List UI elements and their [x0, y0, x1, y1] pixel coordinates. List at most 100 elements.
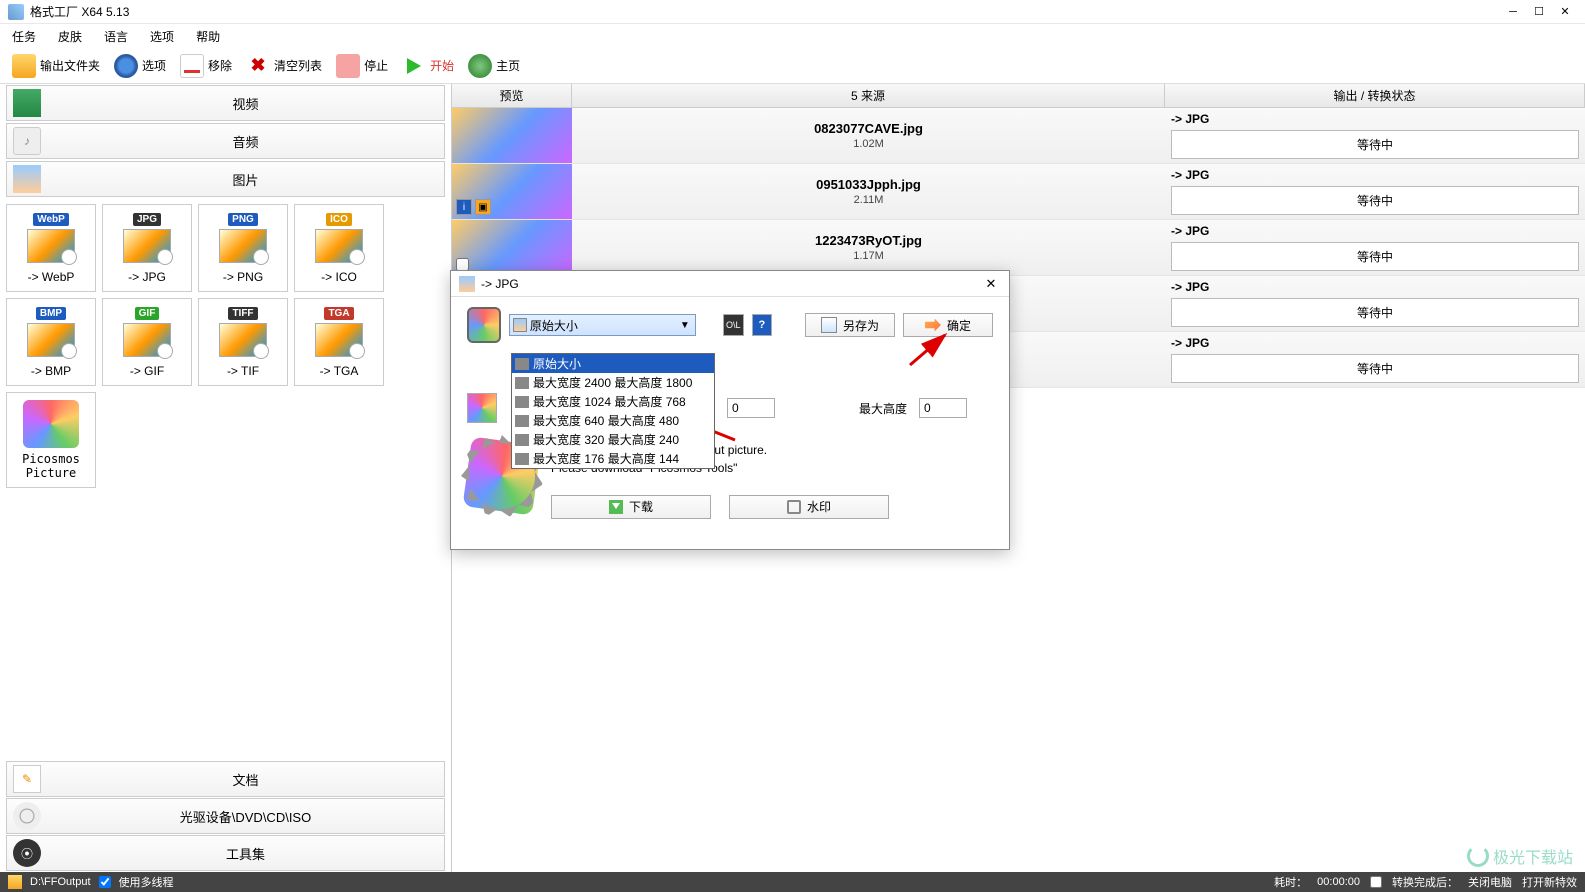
watermark-button[interactable]: 水印	[729, 495, 889, 519]
size-option[interactable]: 原始大小	[512, 354, 714, 373]
row-source: 1223473RyOT.jpg 1.17M	[572, 220, 1165, 275]
tools-icon: ⦿	[13, 839, 41, 867]
format-tile-gif[interactable]: GIF-> GIF	[102, 298, 192, 386]
header-preview: 预览	[452, 84, 572, 107]
stop-button[interactable]: 停止	[332, 52, 392, 80]
size-option[interactable]: 最大宽度 640 最大高度 480	[512, 411, 714, 430]
format-badge: PNG	[228, 213, 258, 226]
format-tile-jpg[interactable]: JPG-> JPG	[102, 204, 192, 292]
size-combo[interactable]: 原始大小 ▼	[509, 314, 696, 336]
clear-button[interactable]: ✖清空列表	[242, 52, 326, 80]
output-folder-button[interactable]: 输出文件夹	[8, 52, 104, 80]
bottom-categories: ✎文档 光驱设备\DVD\CD\ISO ⦿工具集	[0, 760, 451, 872]
after-value: 关闭电脑	[1468, 874, 1512, 890]
row-output: -> JPG 等待中	[1165, 220, 1585, 275]
size-option[interactable]: 最大宽度 176 最大高度 144	[512, 449, 714, 468]
minimize-button[interactable]: ─	[1501, 2, 1525, 22]
multithread-label: 使用多线程	[119, 874, 174, 890]
image-icon	[13, 165, 41, 193]
header-output: 输出 / 转换状态	[1165, 84, 1585, 107]
options-button[interactable]: 选项	[110, 52, 170, 80]
format-tile-tiff[interactable]: TIFF-> TIF	[198, 298, 288, 386]
home-button[interactable]: 主页	[464, 52, 524, 80]
dialog-top-row: 原始大小 ▼ O\L ? 另存为 确定	[467, 307, 993, 343]
task-row[interactable]: 0823077CAVE.jpg 1.02M -> JPG 等待中	[452, 108, 1585, 164]
format-tile-bmp[interactable]: BMP -> BMP	[6, 298, 96, 386]
elapsed-value: 00:00:00	[1317, 876, 1360, 888]
format-badge: TGA	[324, 307, 353, 320]
category-document[interactable]: ✎文档	[6, 761, 445, 797]
menu-lang[interactable]: 语言	[100, 26, 132, 47]
category-audio[interactable]: ♪音频	[6, 123, 445, 159]
folder-icon	[12, 54, 36, 78]
category-disc[interactable]: 光驱设备\DVD\CD\ISO	[6, 798, 445, 834]
format-tile-tga[interactable]: TGA -> TGA	[294, 298, 384, 386]
menu-options[interactable]: 选项	[146, 26, 178, 47]
stop-icon	[336, 54, 360, 78]
format-badge: BMP	[36, 307, 66, 320]
format-thumb	[123, 323, 171, 357]
format-tile-webp[interactable]: WebP-> WebP	[6, 204, 96, 292]
multithread-checkbox[interactable]	[99, 876, 111, 888]
save-icon	[821, 317, 837, 333]
menu-tasks[interactable]: 任务	[8, 26, 40, 47]
combo-icon	[513, 318, 527, 332]
format-badge: ICO	[326, 213, 352, 226]
size-option[interactable]: 最大宽度 2400 最大高度 1800	[512, 373, 714, 392]
max-width-input[interactable]	[727, 398, 775, 418]
row-output: -> JPG 等待中	[1165, 276, 1585, 331]
size-option[interactable]: 最大宽度 320 最大高度 240	[512, 430, 714, 449]
category-video[interactable]: 视频	[6, 85, 445, 121]
watermark-icon	[787, 500, 801, 514]
help-button[interactable]: ?	[752, 314, 773, 336]
category-image[interactable]: 图片	[6, 161, 445, 197]
category-tools[interactable]: ⦿工具集	[6, 835, 445, 871]
menu-skin[interactable]: 皮肤	[54, 26, 86, 47]
task-row[interactable]: i▣ 0951033Jpph.jpg 2.11M -> JPG 等待中	[452, 164, 1585, 220]
advanced-button[interactable]: O\L	[723, 314, 744, 336]
option-icon	[515, 415, 529, 427]
toolbar: 输出文件夹 选项 移除 ✖清空列表 停止 开始 主页	[0, 48, 1585, 84]
format-thumb	[123, 229, 171, 263]
open-folder-icon[interactable]: ▣	[475, 199, 491, 215]
row-source: 0823077CAVE.jpg 1.02M	[572, 108, 1165, 163]
row-output: -> JPG 等待中	[1165, 108, 1585, 163]
format-label: -> TGA	[320, 364, 359, 378]
menu-help[interactable]: 帮助	[192, 26, 224, 47]
format-label: -> BMP	[31, 364, 71, 378]
disc-icon	[13, 802, 41, 830]
option-icon	[515, 453, 529, 465]
download-button[interactable]: 下载	[551, 495, 711, 519]
save-as-button[interactable]: 另存为	[805, 313, 895, 337]
format-tile-ico[interactable]: ICO -> ICO	[294, 204, 384, 292]
output-path[interactable]: D:\FFOutput	[30, 876, 91, 888]
window-controls: ─ ☐ ✕	[1501, 2, 1577, 22]
picosmos-tile[interactable]: Picosmos Picture	[6, 392, 96, 488]
start-button[interactable]: 开始	[398, 52, 458, 80]
row-thumbnail	[452, 108, 572, 163]
format-label: -> PNG	[223, 270, 263, 284]
close-button[interactable]: ✕	[1553, 2, 1577, 22]
after-convert-checkbox[interactable]	[1370, 876, 1382, 888]
dialog-close-button[interactable]: ✕	[981, 274, 1001, 294]
max-height-input[interactable]	[919, 398, 967, 418]
ok-button[interactable]: 确定	[903, 313, 993, 337]
globe-icon	[468, 54, 492, 78]
info-icon[interactable]: i	[456, 199, 472, 215]
menu-bar: 任务 皮肤 语言 选项 帮助	[0, 24, 1585, 48]
size-option[interactable]: 最大宽度 1024 最大高度 768	[512, 392, 714, 411]
maximize-button[interactable]: ☐	[1527, 2, 1551, 22]
remove-button[interactable]: 移除	[176, 52, 236, 80]
film-icon	[467, 307, 501, 343]
sidebar: 视频 ♪音频 图片 WebP-> WebPJPG-> JPG PNG -> PNG I…	[0, 84, 452, 872]
max-height-label: 最大高度	[859, 400, 907, 417]
row-thumbnail: i▣	[452, 164, 572, 219]
format-label: -> ICO	[321, 270, 357, 284]
task-row[interactable]: 1223473RyOT.jpg 1.17M -> JPG 等待中	[452, 220, 1585, 276]
switch-label: 打开新特效	[1522, 874, 1577, 890]
app-title: 格式工厂 X64 5.13	[30, 3, 1501, 20]
format-tile-png[interactable]: PNG -> PNG	[198, 204, 288, 292]
picosmos-thumb	[23, 400, 79, 448]
dialog-icon	[459, 276, 475, 292]
format-thumb	[315, 323, 363, 357]
